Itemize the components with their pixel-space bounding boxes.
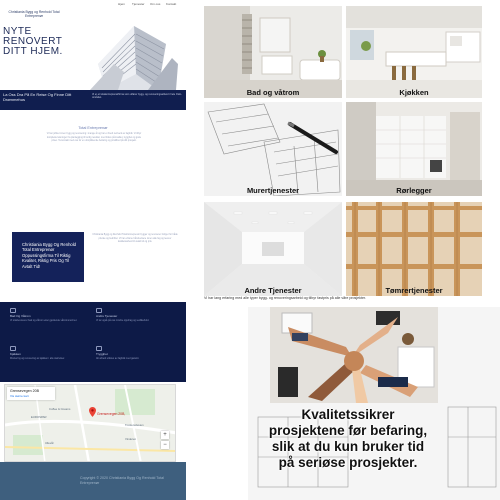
map-embed[interactable]: Grensevegen 20B Vis større kart Coffee &… (4, 384, 176, 462)
kitchen-photo (346, 6, 482, 98)
features-section: Bad Og Våtrom Vi totalrenoverer bad og v… (0, 302, 186, 382)
map-label: Vinderen (125, 437, 137, 441)
hero-title-line: DITT HJEM. (3, 46, 63, 57)
section-title: Total Entreprenør (78, 126, 108, 130)
building-illustration (90, 26, 178, 90)
site-logo[interactable]: Christiania Bygg og Renhold Total Entrep… (4, 10, 64, 18)
service-tile-kitchen[interactable]: Kjøkken (346, 6, 482, 98)
zoom-out-button[interactable]: − (161, 441, 169, 449)
service-label: Bad og våtrom (246, 88, 300, 97)
nav-item-home[interactable]: Hjem (118, 2, 125, 6)
about-paragraph: Christiania Bygg og Renhold Total Entrep… (92, 234, 178, 243)
hero-banner: La Oss Dra På En Reise Og Finne Ditt Drø… (0, 90, 186, 110)
map-label: Trosterudveien (125, 423, 144, 427)
teamwork-photo (248, 307, 500, 500)
feature-item: Bad Og Våtrom Vi totalrenoverer bad og v… (10, 308, 90, 323)
feature-title: Kjøkken (10, 352, 21, 356)
bath-icon (10, 308, 16, 313)
caption-line: på seriøse prosjekter. (278, 455, 418, 470)
map-pin-label: Grensevegen 20B, (97, 412, 126, 416)
feature-title: Bad Og Våtrom (10, 314, 31, 318)
service-tile-bathroom[interactable]: Bad og våtrom (204, 6, 342, 98)
feature-text: Alt arbeid utføres av fagfolk med garant… (96, 357, 140, 361)
quality-image (248, 307, 500, 500)
map-pin-icon[interactable] (89, 407, 96, 417)
map-place-name: Grensevegen 20B (10, 389, 39, 393)
map-larger-link[interactable]: Vis større kart (10, 394, 52, 398)
service-tile-masonry[interactable]: Murertjenester (204, 102, 342, 196)
service-label: Rørlegger (396, 186, 432, 195)
services-footnote: Vi har lang erfaring med alle typer bygg… (204, 296, 366, 300)
feature-text: Vi tar også på oss mindre oppdrag og ved… (96, 319, 150, 323)
empty-room-photo (204, 202, 342, 296)
map-place-card: Grensevegen 20B Vis større kart (7, 387, 55, 400)
map-label: EUROSPAR (31, 415, 47, 419)
shield-icon (96, 346, 102, 351)
feature-item: Andre Tjenester Vi tar også på oss mindr… (96, 308, 176, 323)
site-nav: Hjem Tjenester Om oss Kontakt (0, 0, 186, 9)
hero-banner-subtext: Vi er et totalentreprenørfirma som utfør… (92, 93, 182, 100)
nav-item-about[interactable]: Om oss (150, 2, 160, 6)
intro-paragraph: Vi har jobbet innen bygg og renovering i… (46, 133, 142, 142)
website-mockup: Hjem Tjenester Om oss Kontakt Christiani… (0, 0, 186, 500)
timber-frame-photo (346, 202, 482, 296)
blueprint-photo (204, 102, 342, 196)
bathroom-photo (204, 6, 342, 98)
map-label: Ullevål (45, 441, 54, 445)
service-label: Andre Tjenester (244, 286, 302, 295)
caption-line: Kvalitetssikrer (301, 407, 395, 422)
feature-text: Montering og renovering av kjøkken i all… (10, 357, 65, 361)
footer-copyright: Copyright © 2020 Christiania Bygg Og Ren… (80, 476, 164, 485)
promo-card: Christiania Bygg Og Renhold Total Entrep… (12, 232, 84, 282)
nav-item-services[interactable]: Tjenester (132, 2, 145, 6)
service-label: Tømrertjenester (385, 286, 443, 295)
quality-caption: Kvalitetssikrer prosjektene før befaring… (248, 407, 448, 471)
site-footer: Copyright © 2020 Christiania Bygg Og Ren… (0, 462, 186, 500)
caption-line: slik at du kun bruker tid (271, 439, 425, 454)
tools-icon (96, 308, 102, 313)
renovation-photo (346, 102, 482, 196)
hero-banner-text: La Oss Dra På En Reise Og Finne Ditt Drø… (3, 92, 72, 102)
nav-item-contact[interactable]: Kontakt (166, 2, 176, 6)
collage-canvas: Hjem Tjenester Om oss Kontakt Christiani… (0, 0, 500, 500)
feature-text: Vi totalrenoverer bad og våtrom etter gj… (10, 319, 78, 323)
caption-line: prosjektene før befaring, (268, 423, 428, 438)
service-label: Kjøkken (399, 88, 429, 97)
map-label: Coffee & Creams (49, 407, 71, 411)
feature-item: Trygghet Alt arbeid utføres av fagfolk m… (96, 346, 176, 361)
feature-title: Andre Tjenester (96, 314, 118, 318)
feature-title: Trygghet (96, 352, 108, 356)
service-tile-plumbing[interactable]: Rørlegger (346, 102, 482, 196)
service-tile-other[interactable]: Andre Tjenester (204, 202, 342, 296)
zoom-in-button[interactable]: + (161, 431, 169, 439)
hero-title: NYTE RENOVERT DITT HJEM. (3, 27, 83, 57)
promo-card-text: Christiania Bygg Og Renhold Total Entrep… (22, 242, 77, 269)
kitchen-icon (10, 346, 16, 351)
feature-item: Kjøkken Montering og renovering av kjøkk… (10, 346, 90, 361)
service-tile-carpentry[interactable]: Tømrertjenester (346, 202, 482, 296)
service-label: Murertjenester (246, 186, 300, 195)
